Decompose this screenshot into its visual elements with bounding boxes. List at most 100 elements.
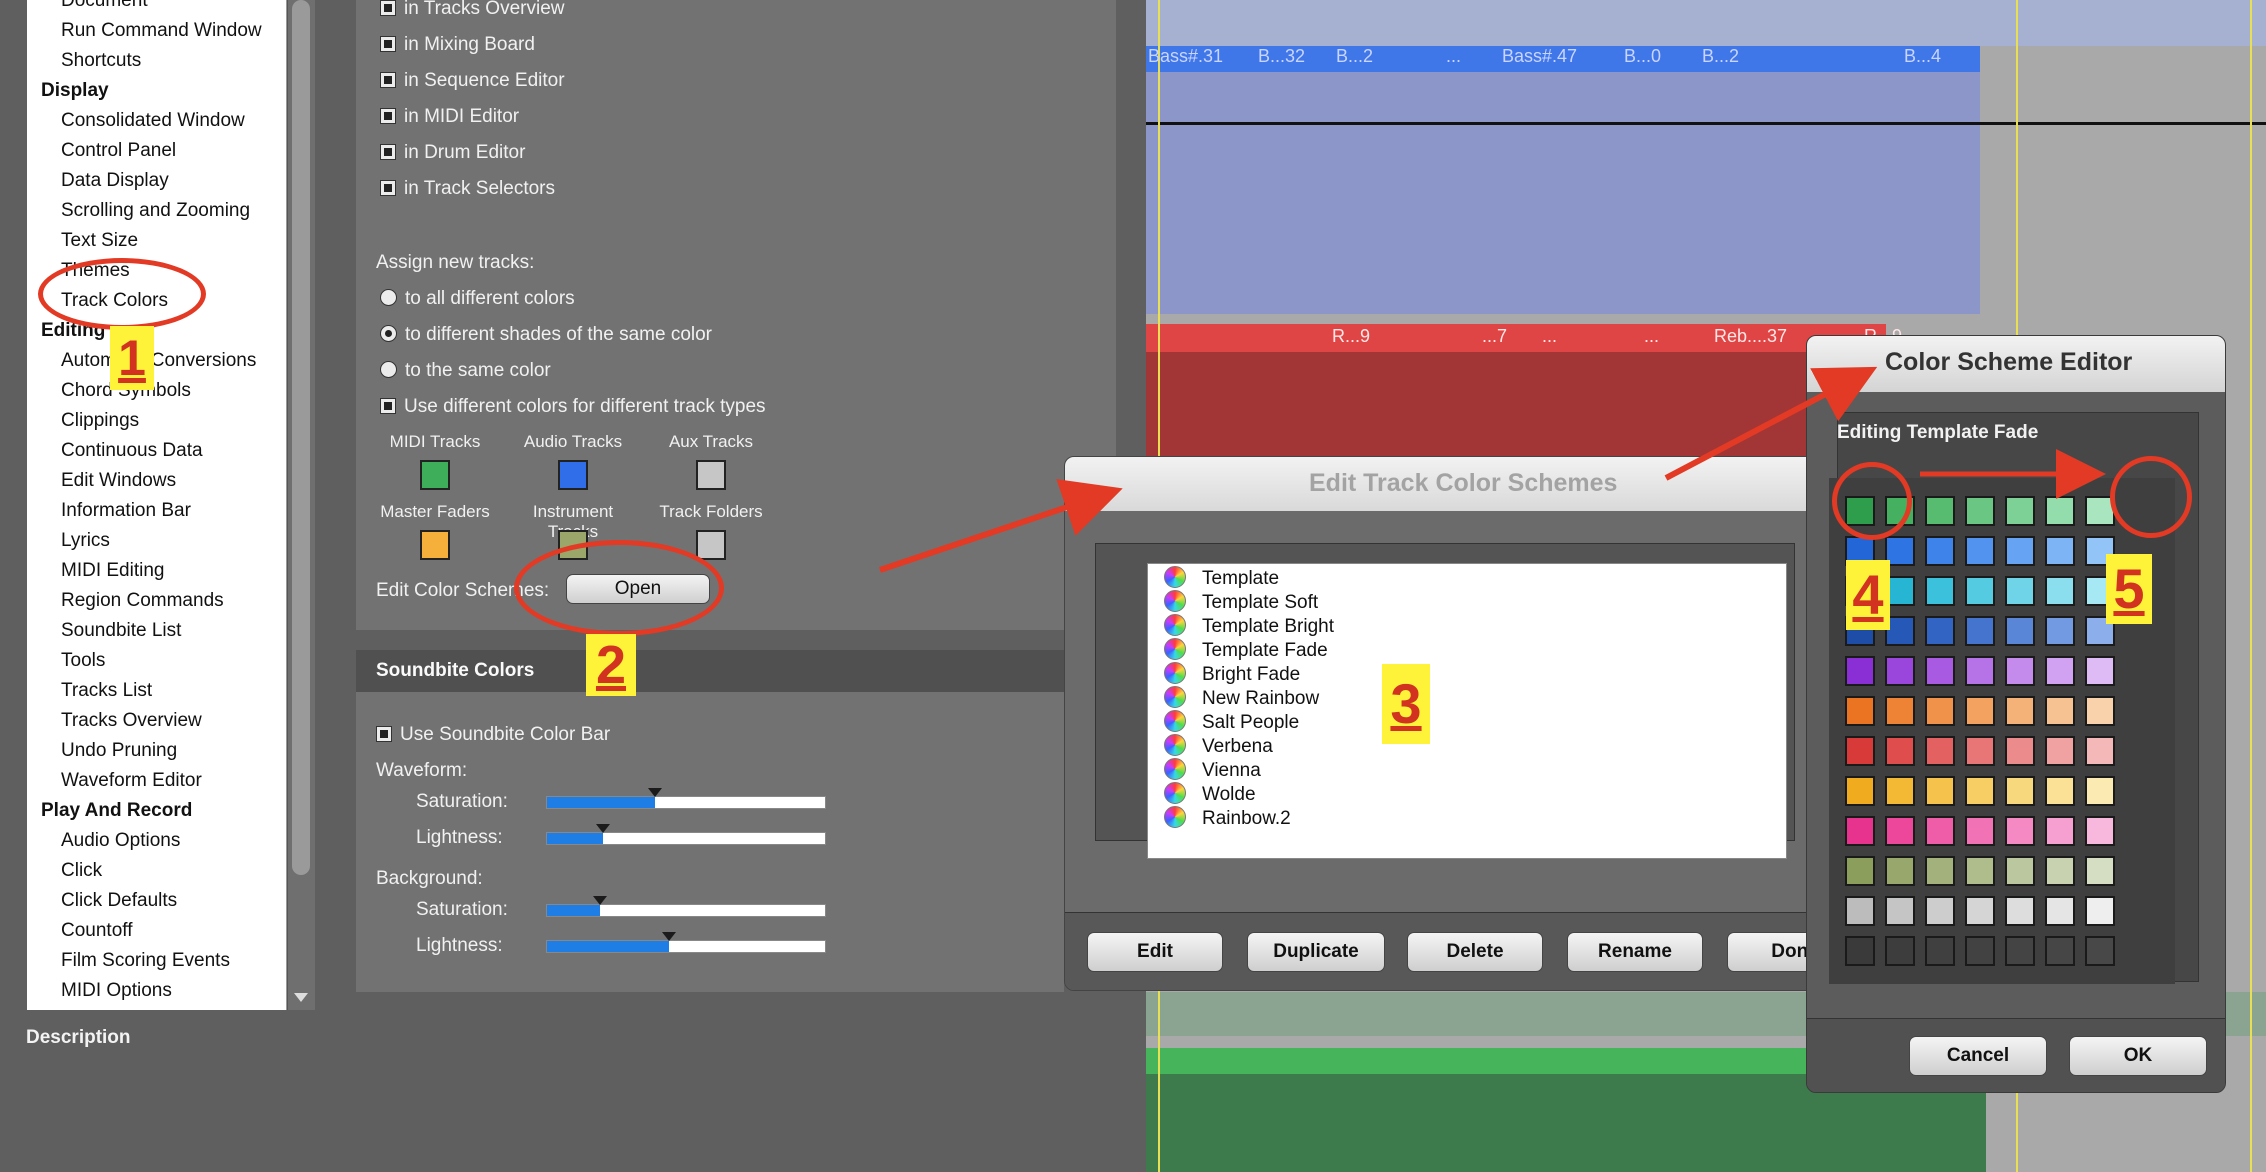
rename-button[interactable]: Rename bbox=[1567, 932, 1703, 972]
sidebar-item[interactable]: Data Display bbox=[61, 170, 169, 192]
palette-color-cell[interactable] bbox=[1965, 576, 1995, 606]
palette-color-cell[interactable] bbox=[2045, 656, 2075, 686]
palette-color-cell[interactable] bbox=[2005, 896, 2035, 926]
show-color-checkbox[interactable]: in Sequence Editor bbox=[380, 70, 565, 92]
track-type-color-swatch[interactable] bbox=[420, 460, 450, 490]
edit-button[interactable]: Edit bbox=[1087, 932, 1223, 972]
palette-color-cell[interactable] bbox=[1925, 776, 1955, 806]
palette-color-cell[interactable] bbox=[2085, 936, 2115, 966]
schemes-list[interactable]: Template Template Soft Template Bright Temp… bbox=[1147, 563, 1787, 859]
palette-color-cell[interactable] bbox=[2085, 696, 2115, 726]
palette-color-cell[interactable] bbox=[1925, 856, 1955, 886]
scheme-list-item[interactable]: Template bbox=[1164, 566, 1279, 590]
palette-color-cell[interactable] bbox=[2085, 656, 2115, 686]
palette-color-cell[interactable] bbox=[1965, 736, 1995, 766]
sidebar-item[interactable]: Undo Pruning bbox=[61, 740, 177, 762]
sidebar-item[interactable]: Tracks Overview bbox=[61, 710, 202, 732]
checkbox-icon[interactable] bbox=[380, 398, 396, 414]
slider-thumb-icon[interactable] bbox=[592, 896, 607, 905]
scheme-list-item[interactable]: Vienna bbox=[1164, 758, 1261, 782]
background-saturation-slider[interactable] bbox=[546, 896, 826, 917]
region-name[interactable]: ...7 bbox=[1482, 326, 1507, 347]
palette-color-cell[interactable] bbox=[2045, 896, 2075, 926]
palette-color-cell[interactable] bbox=[1965, 856, 1995, 886]
waveform-saturation-slider[interactable] bbox=[546, 788, 826, 809]
scheme-list-item[interactable]: Verbena bbox=[1164, 734, 1273, 758]
palette-color-cell[interactable] bbox=[1925, 896, 1955, 926]
sidebar-item[interactable]: Click Defaults bbox=[61, 890, 177, 912]
palette-color-cell[interactable] bbox=[1845, 816, 1875, 846]
slider-thumb-icon[interactable] bbox=[648, 788, 663, 797]
sidebar-item[interactable]: Control Panel bbox=[61, 140, 176, 162]
palette-color-cell[interactable] bbox=[1845, 696, 1875, 726]
scheme-list-item[interactable]: Template Soft bbox=[1164, 590, 1318, 614]
palette-color-cell[interactable] bbox=[1925, 576, 1955, 606]
assign-option-radio[interactable]: to different shades of the same color bbox=[380, 324, 712, 346]
dialog-titlebar[interactable]: Color Scheme Editor bbox=[1807, 336, 2225, 392]
palette-color-cell[interactable] bbox=[1965, 776, 1995, 806]
sidebar-item[interactable]: Film Scoring Events bbox=[61, 950, 230, 972]
region-name[interactable]: Bass#.31 bbox=[1148, 46, 1223, 67]
sidebar-item[interactable]: Information Bar bbox=[61, 500, 191, 522]
region-name[interactable]: B...2 bbox=[1336, 46, 1373, 67]
scheme-list-item[interactable]: Template Fade bbox=[1164, 638, 1328, 662]
track-type-color-swatch[interactable] bbox=[558, 460, 588, 490]
sidebar-item[interactable]: Audio Options bbox=[61, 830, 180, 852]
palette-color-cell[interactable] bbox=[2005, 616, 2035, 646]
palette-color-cell[interactable] bbox=[1845, 736, 1875, 766]
automation-line[interactable] bbox=[1146, 122, 2266, 125]
palette-color-cell[interactable] bbox=[2005, 536, 2035, 566]
palette-color-cell[interactable] bbox=[2085, 856, 2115, 886]
region-name[interactable]: B...4 bbox=[1904, 46, 1941, 67]
palette-color-cell[interactable] bbox=[1925, 696, 1955, 726]
palette-color-cell[interactable] bbox=[1925, 816, 1955, 846]
region-name[interactable]: ... bbox=[1644, 326, 1659, 347]
checkbox-icon[interactable] bbox=[380, 180, 396, 196]
region-name[interactable]: B...0 bbox=[1624, 46, 1661, 67]
scheme-list-item[interactable]: Rainbow.2 bbox=[1164, 806, 1291, 830]
show-color-checkbox[interactable]: in Drum Editor bbox=[380, 142, 525, 164]
show-color-checkbox[interactable]: in Track Selectors bbox=[380, 178, 555, 200]
region-name[interactable]: R...9 bbox=[1332, 326, 1370, 347]
palette-color-cell[interactable] bbox=[2005, 936, 2035, 966]
palette-color-cell[interactable] bbox=[1925, 616, 1955, 646]
palette-color-cell[interactable] bbox=[1885, 816, 1915, 846]
use-soundbite-bar-checkbox[interactable]: Use Soundbite Color Bar bbox=[376, 724, 610, 746]
scheme-list-item[interactable]: Template Bright bbox=[1164, 614, 1334, 638]
scroll-down-icon[interactable] bbox=[294, 993, 308, 1002]
track-type-color-swatch[interactable] bbox=[696, 530, 726, 560]
scheme-list-item[interactable]: Bright Fade bbox=[1164, 662, 1300, 686]
sidebar-item[interactable]: Edit Windows bbox=[61, 470, 176, 492]
palette-color-cell[interactable] bbox=[2045, 536, 2075, 566]
palette-color-cell[interactable] bbox=[2045, 576, 2075, 606]
palette-color-cell[interactable] bbox=[1925, 656, 1955, 686]
radio-icon[interactable] bbox=[380, 325, 397, 342]
sidebar-scrollbar[interactable] bbox=[287, 0, 315, 1010]
slider-thumb-icon[interactable] bbox=[595, 824, 610, 833]
palette-color-cell[interactable] bbox=[2005, 696, 2035, 726]
sidebar-item[interactable]: Consolidated Window bbox=[61, 110, 245, 132]
region-name[interactable]: B...2 bbox=[1702, 46, 1739, 67]
palette-color-cell[interactable] bbox=[2005, 576, 2035, 606]
palette-color-cell[interactable] bbox=[2045, 936, 2075, 966]
palette-color-cell[interactable] bbox=[1925, 736, 1955, 766]
sidebar-item[interactable]: Continuous Data bbox=[61, 440, 203, 462]
sidebar-item[interactable]: Lyrics bbox=[61, 530, 110, 552]
scheme-list-item[interactable]: Wolde bbox=[1164, 782, 1256, 806]
sidebar-item[interactable]: Run Command Window bbox=[61, 20, 262, 42]
sidebar-scroll-thumb[interactable] bbox=[292, 0, 310, 875]
region-name[interactable]: ... bbox=[1542, 326, 1557, 347]
palette-color-cell[interactable] bbox=[1845, 776, 1875, 806]
sidebar-item[interactable]: Shortcuts bbox=[61, 50, 141, 72]
palette-color-cell[interactable] bbox=[2005, 776, 2035, 806]
palette-color-cell[interactable] bbox=[2005, 496, 2035, 526]
scheme-list-item[interactable]: Salt People bbox=[1164, 710, 1299, 734]
palette-color-cell[interactable] bbox=[2045, 496, 2075, 526]
sidebar-item[interactable]: Tracks List bbox=[61, 680, 152, 702]
palette-color-cell[interactable] bbox=[1965, 896, 1995, 926]
palette-color-cell[interactable] bbox=[2005, 856, 2035, 886]
background-lightness-slider[interactable] bbox=[546, 932, 826, 953]
track-type-color-swatch[interactable] bbox=[696, 460, 726, 490]
sidebar-item[interactable]: MIDI Options bbox=[61, 980, 172, 1002]
palette-color-cell[interactable] bbox=[2005, 816, 2035, 846]
